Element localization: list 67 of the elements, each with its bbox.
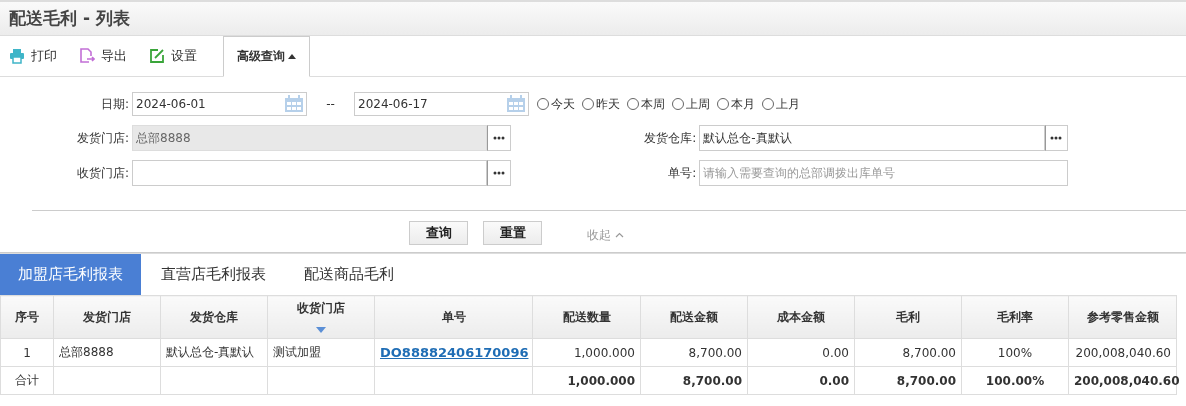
picker-button[interactable]: [1044, 125, 1068, 151]
toolbar-button[interactable]: 导出: [79, 36, 141, 76]
column-header[interactable]: 参考零售金额: [1068, 295, 1177, 339]
table-cell: 1: [0, 338, 54, 367]
radio-label[interactable]: 上周: [686, 95, 710, 113]
table-cell: 200,008,040.60: [1068, 338, 1177, 367]
table-cell: 100%: [961, 338, 1069, 367]
table-cell: 默认总仓-真默认: [160, 338, 268, 367]
calendar-icon: [284, 95, 304, 113]
table-cell: 1,000.000: [532, 338, 641, 367]
total-cell: 100.00%: [961, 366, 1069, 395]
column-header[interactable]: 序号: [0, 295, 54, 339]
sort-icon: [316, 327, 326, 333]
table-cell[interactable]: DO88882406170096: [374, 338, 533, 367]
calendar-icon: [506, 95, 526, 113]
input-field[interactable]: 默认总仓-真默认: [699, 125, 1045, 151]
radio-label[interactable]: 上月: [776, 95, 800, 113]
field-label: 发货门店:: [75, 129, 130, 147]
order-link[interactable]: DO88882406170096: [380, 345, 529, 360]
column-header[interactable]: 单号: [374, 295, 533, 339]
form-button[interactable]: 查询: [409, 221, 468, 245]
total-cell: 1,000.000: [532, 366, 641, 395]
field-label: 收货门店:: [75, 164, 130, 182]
more-icon: [493, 171, 505, 175]
table-cell: 总部8888: [53, 338, 161, 367]
printer-icon: [9, 48, 25, 64]
total-cell: 200,008,040.60: [1068, 366, 1177, 395]
report-tab[interactable]: 加盟店毛利报表: [0, 254, 141, 295]
toolbar-button[interactable]: 设置: [149, 36, 211, 76]
form-button[interactable]: 重置: [483, 221, 542, 245]
date-field[interactable]: 2024-06-17: [354, 92, 529, 116]
table-cell: 8,700.00: [854, 338, 962, 367]
window-title: 配送毛利 - 列表: [9, 7, 130, 30]
total-cell: 8,700.00: [640, 366, 748, 395]
date-separator: --: [325, 97, 336, 111]
more-icon: [1050, 136, 1063, 140]
table-cell: 8,700.00: [640, 338, 748, 367]
radio-label[interactable]: 本周: [641, 95, 665, 113]
column-header[interactable]: 毛利率: [961, 295, 1069, 339]
column-header[interactable]: 毛利: [854, 295, 962, 339]
column-header[interactable]: 配送金额: [640, 295, 748, 339]
edit-icon: [149, 48, 165, 64]
column-header[interactable]: 成本金额: [747, 295, 855, 339]
radio-label[interactable]: 今天: [551, 95, 575, 113]
column-header[interactable]: 发货仓库: [160, 295, 268, 339]
table-cell: 0.00: [747, 338, 855, 367]
total-cell: 0.00: [747, 366, 855, 395]
field-label: 日期:: [99, 95, 130, 113]
total-cell: 8,700.00: [854, 366, 962, 395]
radio-label[interactable]: 本月: [731, 95, 755, 113]
toolbar-button[interactable]: 打印: [9, 36, 71, 76]
radio-label[interactable]: 昨天: [596, 95, 620, 113]
chevron-up-icon: [615, 232, 624, 238]
date-field[interactable]: 2024-06-01: [132, 92, 307, 116]
column-header[interactable]: 收货门店: [267, 295, 375, 339]
picker-button[interactable]: [487, 160, 511, 186]
table-cell: 测试加盟: [267, 338, 375, 367]
input-field[interactable]: [132, 160, 487, 186]
column-header[interactable]: 发货门店: [53, 295, 161, 339]
column-header[interactable]: 配送数量: [532, 295, 641, 339]
caret-icon: [288, 54, 296, 59]
export-icon: [79, 48, 95, 64]
total-label: 合计: [0, 366, 54, 395]
more-icon: [493, 136, 505, 140]
field-label: 单号:: [667, 164, 698, 182]
field-label: 发货仓库:: [643, 129, 698, 147]
advanced-search-tab[interactable]: 高级查询: [223, 36, 310, 77]
